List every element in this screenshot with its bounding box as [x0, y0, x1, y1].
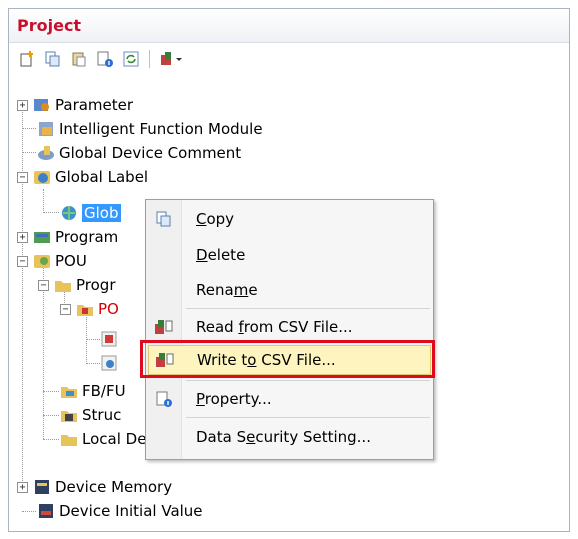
tree-item-intelligent-function-module[interactable]: Intelligent Function Module [37, 117, 263, 141]
tree-item-global-device-comment[interactable]: Global Device Comment [37, 141, 241, 165]
program-block-icon [77, 305, 93, 316]
collapse-icon[interactable]: − [17, 255, 28, 267]
tree-item-pou-red[interactable]: − PO [60, 297, 119, 321]
pou-icon [34, 255, 50, 268]
parameter-icon [34, 99, 49, 111]
tree-item-pou[interactable]: − POU [17, 249, 87, 273]
menu-item-rename[interactable]: Rename [148, 275, 431, 305]
structure-icon [61, 411, 77, 422]
menu-separator [186, 417, 430, 418]
toolbar-separator [149, 50, 150, 68]
refresh-icon[interactable] [121, 49, 141, 69]
highlight-annotation-box [140, 340, 435, 378]
module-icon [39, 122, 53, 136]
menu-separator [186, 308, 430, 309]
expand-icon[interactable]: + [17, 481, 28, 493]
ladder-icon [101, 331, 117, 347]
tree-item-global-selected[interactable]: Glob [60, 201, 121, 225]
program-icon [34, 232, 50, 243]
menu-item-delete[interactable]: Delete [148, 240, 431, 270]
tree-item-child-2[interactable] [100, 351, 122, 375]
read-csv-icon [148, 318, 180, 336]
tree-item-program-folder[interactable]: − Progr [38, 273, 116, 297]
expand-icon[interactable]: + [17, 231, 28, 243]
device-comment-icon [38, 146, 54, 160]
device-memory-icon [35, 480, 49, 494]
tree-item-parameter[interactable]: + Parameter [17, 93, 133, 117]
tree-item-child-1[interactable] [100, 327, 122, 351]
collapse-icon[interactable]: − [60, 303, 71, 315]
global-label-icon [34, 171, 50, 184]
tree-item-fb-fun[interactable]: FB/FU [60, 379, 126, 403]
tree-item-global-label[interactable]: − Global Label [17, 165, 148, 189]
collapse-icon[interactable]: − [38, 279, 49, 291]
expand-icon[interactable]: + [17, 99, 28, 111]
tree-item-program[interactable]: + Program [17, 225, 118, 249]
tree-item-structured-data[interactable]: Struc [60, 403, 121, 427]
tree-item-device-memory[interactable]: + Device Memory [17, 475, 172, 499]
tree-item-device-initial-value[interactable]: Device Initial Value [37, 499, 203, 523]
local-comment-icon [61, 435, 77, 446]
fb-folder-icon [61, 387, 77, 398]
menu-item-property[interactable]: Property... [148, 384, 431, 414]
copy-icon [148, 210, 180, 228]
copy-icon[interactable] [43, 49, 63, 69]
menu-item-read-from-csv[interactable]: Read from CSV File... [148, 312, 431, 342]
device-initial-value-icon [39, 504, 53, 518]
panel-title: Project [9, 9, 569, 43]
local-label-icon [101, 355, 117, 371]
new-icon[interactable] [17, 49, 37, 69]
folder-icon [55, 281, 71, 292]
property-icon [148, 390, 180, 408]
context-menu: Copy Delete Rename Read from CSV File...… [145, 199, 434, 460]
menu-item-data-security-setting[interactable]: Data Security Setting... [148, 422, 431, 452]
settings-dropdown-icon[interactable] [158, 49, 184, 69]
property-icon[interactable] [95, 49, 115, 69]
menu-separator [186, 380, 430, 381]
project-toolbar [9, 43, 569, 75]
paste-icon[interactable] [69, 49, 89, 69]
collapse-icon[interactable]: − [17, 171, 28, 183]
menu-item-copy[interactable]: Copy [148, 204, 431, 234]
global-icon [62, 206, 76, 220]
